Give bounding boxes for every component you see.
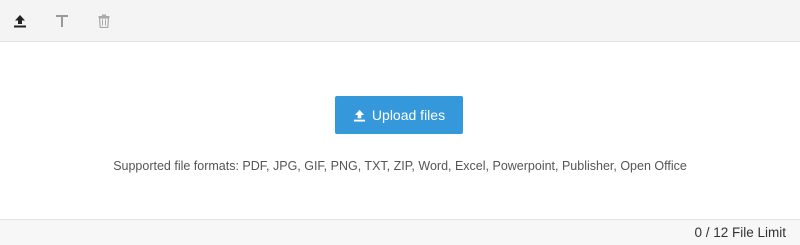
text-tool-button[interactable] <box>52 11 72 31</box>
file-upload-widget: Upload files Supported file formats: PDF… <box>0 0 800 245</box>
upload-files-button-label: Upload files <box>371 107 446 123</box>
text-icon <box>56 15 68 27</box>
supported-formats-text: Supported file formats: PDF, JPG, GIF, P… <box>113 159 687 173</box>
file-limit-counter: 0 / 12 File Limit <box>694 225 786 240</box>
toolbar <box>0 0 800 42</box>
footer: 0 / 12 File Limit <box>0 219 800 245</box>
upload-icon <box>353 109 366 122</box>
delete-tool-button[interactable] <box>94 11 114 31</box>
upload-tool-button[interactable] <box>10 11 30 31</box>
upload-files-button[interactable]: Upload files <box>335 96 463 134</box>
upload-icon <box>14 15 26 28</box>
drop-zone[interactable]: Upload files Supported file formats: PDF… <box>0 42 800 219</box>
trash-icon <box>98 14 110 28</box>
